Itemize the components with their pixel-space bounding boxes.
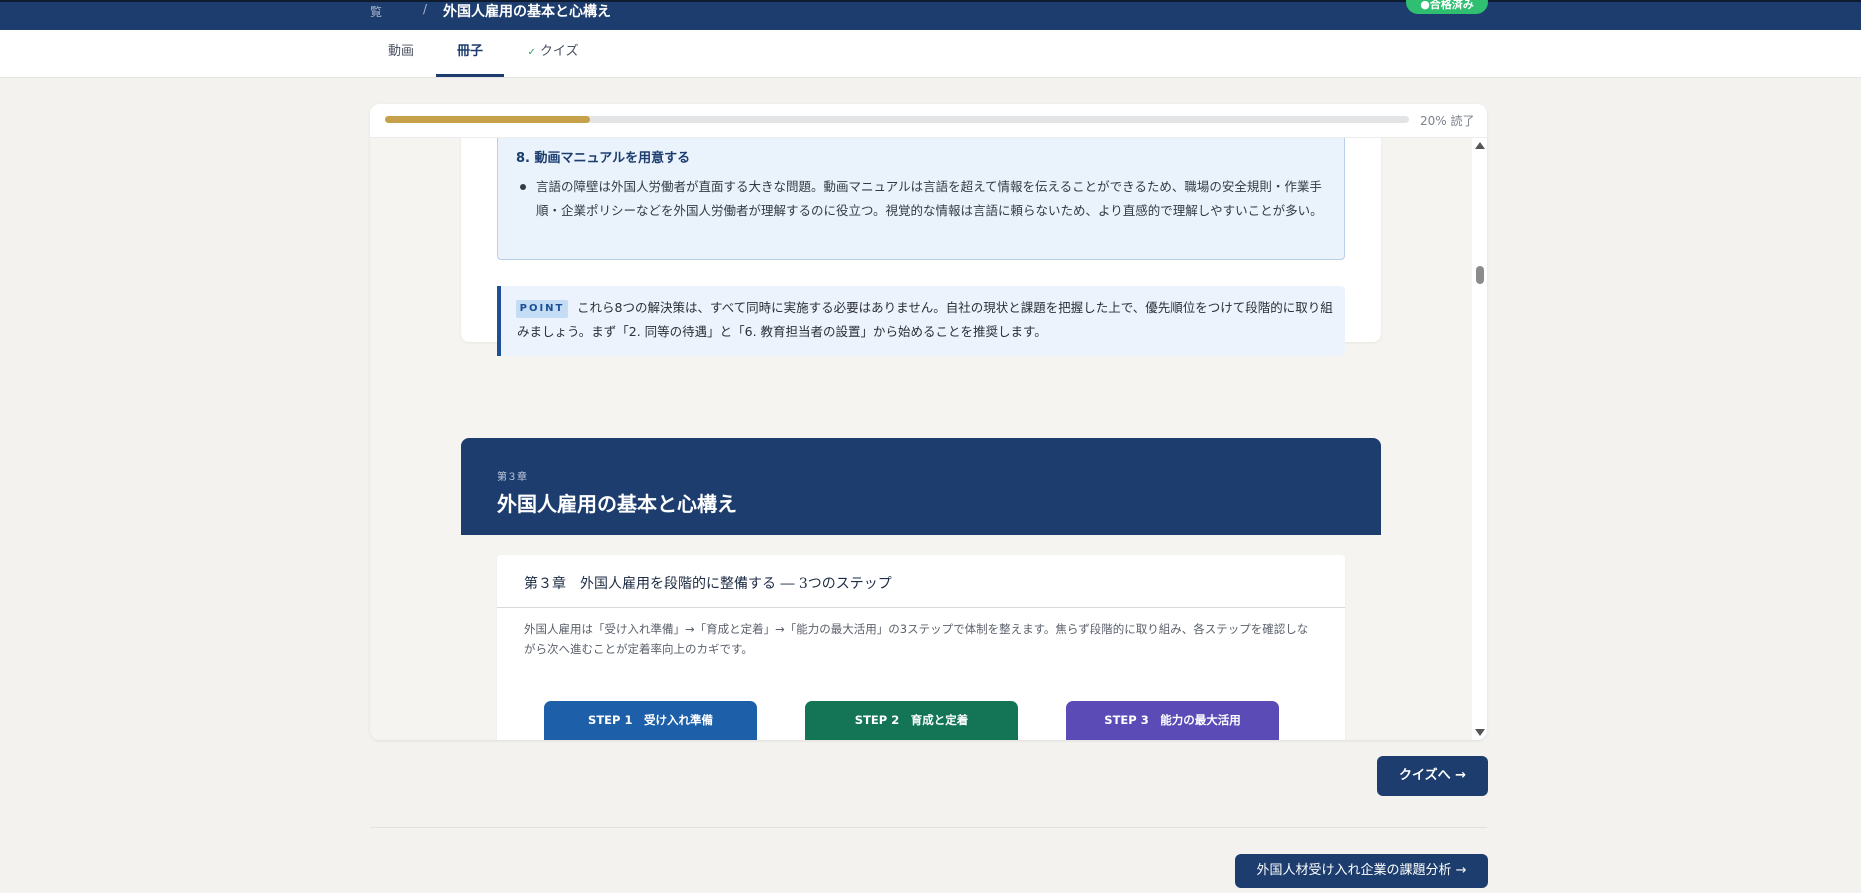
solution-text: 言語の障壁は外国人労働者が直面する大きな問題。動画マニュアルは言語を超えて情報を… [536, 179, 1323, 218]
chapter-number: 第３章 [497, 472, 527, 483]
tab-video[interactable]: 動画 [378, 30, 424, 77]
scrollbar[interactable] [1472, 138, 1487, 740]
chapter-body: 第３章 外国人雇用を段階的に整備する ― 3つのステップ 外国人雇用は「受け入れ… [461, 535, 1381, 740]
step-2-card: STEP 2 育成と定着 [805, 701, 1018, 740]
reading-progress: 20% 読了 [370, 104, 1487, 138]
status-badge: ●合格済み [1406, 0, 1488, 14]
top-header: 覧 / 外国人雇用の基本と心構え ●合格済み [0, 0, 1861, 30]
progress-track [385, 116, 1409, 123]
tab-booklet[interactable]: 冊子 [436, 30, 504, 77]
booklet-reader: 20% 読了 8. 動画マニュアルを用意する 言語の障壁は外国人労働者が直面する… [370, 104, 1487, 740]
progress-fill [385, 116, 590, 123]
tab-bar: 動画 冊子 ✓ クイズ [0, 30, 1861, 78]
point-badge: POINT [516, 300, 568, 318]
progress-label: 20% 読了 [1420, 114, 1475, 128]
scroll-up-arrow-icon[interactable] [1475, 142, 1485, 149]
section-card: 第３章 外国人雇用を段階的に整備する ― 3つのステップ 外国人雇用は「受け入れ… [497, 555, 1345, 740]
breadcrumb-separator: / [423, 2, 428, 16]
breadcrumb-item[interactable]: 覧 [370, 3, 382, 20]
booklet-content[interactable]: 8. 動画マニュアルを用意する 言語の障壁は外国人労働者が直面する大きな問題。動… [370, 138, 1472, 740]
next-lesson-button[interactable]: 外国人材受け入れ企業の課題分析 → [1235, 854, 1488, 888]
tab-label: クイズ [539, 44, 579, 59]
point-text: これら8つの解決策は、すべて同時に実施する必要はありません。自社の現状と課題を把… [517, 300, 1333, 339]
page-title: 外国人雇用の基本と心構え [443, 4, 611, 20]
scroll-thumb[interactable] [1476, 266, 1484, 284]
section-title: 第３章 外国人雇用を段階的に整備する ― 3つのステップ [524, 576, 892, 592]
tab-label: 冊子 [456, 44, 483, 59]
scroll-down-arrow-icon[interactable] [1475, 729, 1485, 736]
section-description: 外国人雇用は「受け入れ準備」→「育成と定着」→「能力の最大活用」の3ステップで体… [524, 622, 1309, 656]
solution-title: 8. 動画マニュアルを用意する [516, 151, 691, 166]
tab-label: 動画 [387, 44, 414, 59]
step-1-card: STEP 1 受け入れ準備 [544, 701, 757, 740]
solution-box: 8. 動画マニュアルを用意する 言語の障壁は外国人労働者が直面する大きな問題。動… [497, 138, 1345, 260]
divider [370, 827, 1487, 828]
section-divider [497, 607, 1345, 608]
chapter-title: 外国人雇用の基本と心構え [497, 492, 737, 516]
bullet-icon [520, 184, 526, 190]
check-icon: ✓ [527, 47, 536, 58]
tab-quiz[interactable]: ✓ クイズ [518, 30, 588, 77]
point-callout: これら8つの解決策は、すべて同時に実施する必要はありません。自社の現状と課題を把… [497, 286, 1345, 356]
chapter-header: 第３章 外国人雇用の基本と心構え [461, 438, 1381, 535]
step-3-card: STEP 3 能力の最大活用 [1066, 701, 1279, 740]
go-to-quiz-button[interactable]: クイズへ → [1377, 756, 1488, 796]
